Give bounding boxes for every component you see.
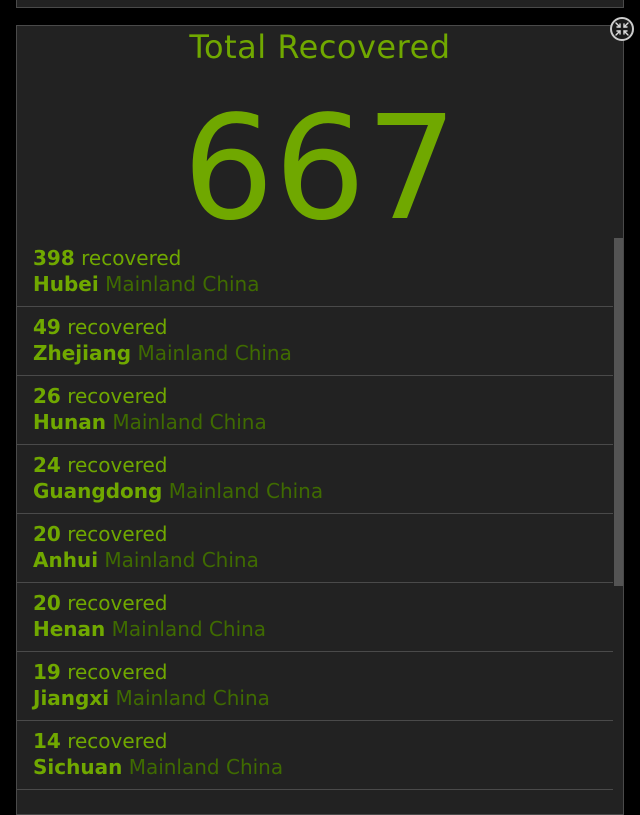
- list-item[interactable]: 24 recovered Guangdong Mainland China: [17, 445, 613, 514]
- total-recovered-panel: Total Recovered 667 398 recovered Hubei …: [16, 25, 624, 815]
- recovered-label: recovered: [67, 522, 168, 546]
- scrollbar-thumb[interactable]: [614, 238, 623, 586]
- country-name: Mainland China: [104, 548, 259, 572]
- recovered-count: 26: [33, 384, 61, 408]
- country-name: Mainland China: [111, 617, 267, 641]
- region-name: Zhejiang: [33, 341, 132, 365]
- list-item[interactable]: 20 recovered Anhui Mainland China: [17, 514, 613, 583]
- panel-title: Total Recovered: [189, 28, 451, 66]
- country-name: Mainland China: [168, 479, 324, 503]
- list-item[interactable]: 19 recovered Jiangxi Mainland China: [17, 652, 613, 721]
- recovered-label: recovered: [67, 315, 168, 339]
- recovered-count: 19: [33, 660, 61, 684]
- region-name: Sichuan: [33, 755, 123, 779]
- list-item[interactable]: 49 recovered Zhejiang Mainland China: [17, 307, 613, 376]
- list-item[interactable]: 20 recovered Henan Mainland China: [17, 583, 613, 652]
- list-item[interactable]: 14 recovered Sichuan Mainland China: [17, 721, 613, 790]
- recovered-label: recovered: [67, 660, 168, 684]
- recovered-label: recovered: [67, 591, 168, 615]
- country-name: Mainland China: [115, 686, 270, 710]
- country-name: Mainland China: [128, 755, 284, 779]
- recovered-count: 24: [33, 453, 61, 477]
- recovered-label: recovered: [67, 453, 168, 477]
- list-item[interactable]: 26 recovered Hunan Mainland China: [17, 376, 613, 445]
- region-name: Hubei: [33, 272, 99, 296]
- collapse-button[interactable]: [610, 17, 634, 41]
- region-name: Guangdong: [33, 479, 163, 503]
- recovered-label: recovered: [67, 384, 168, 408]
- country-name: Mainland China: [112, 410, 267, 434]
- recovered-count: 49: [33, 315, 61, 339]
- recovered-list[interactable]: 398 recovered Hubei Mainland China 49 re…: [17, 238, 613, 790]
- recovered-count: 20: [33, 591, 61, 615]
- region-name: Anhui: [33, 548, 99, 572]
- total-recovered-value: 667: [182, 84, 458, 252]
- country-name: Mainland China: [137, 341, 292, 365]
- region-name: Henan: [33, 617, 106, 641]
- recovered-label: recovered: [81, 246, 182, 270]
- list-item[interactable]: 398 recovered Hubei Mainland China: [17, 238, 613, 307]
- country-name: Mainland China: [105, 272, 260, 296]
- recovered-count: 398: [33, 246, 75, 270]
- recovered-count: 20: [33, 522, 61, 546]
- recovered-count: 14: [33, 729, 61, 753]
- region-name: Jiangxi: [33, 686, 110, 710]
- previous-panel: [16, 0, 624, 8]
- region-name: Hunan: [33, 410, 106, 434]
- recovered-label: recovered: [67, 729, 168, 753]
